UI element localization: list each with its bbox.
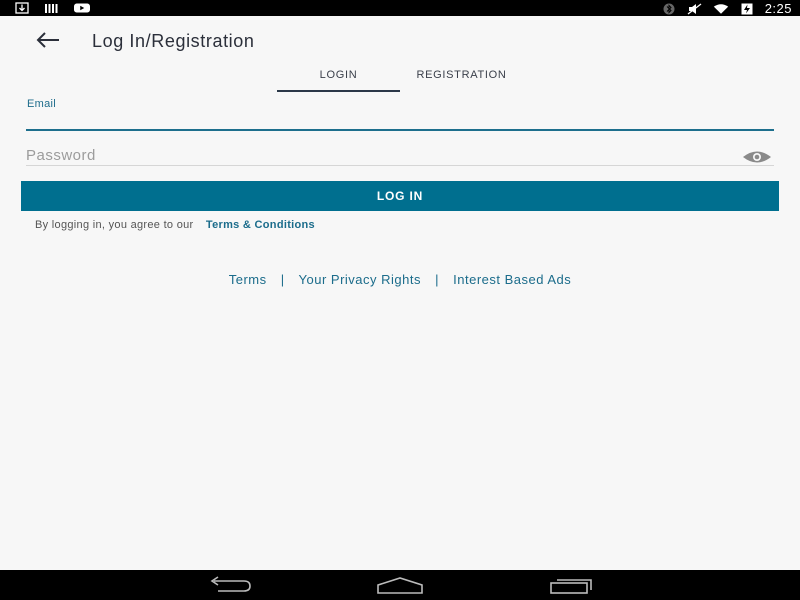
login-button[interactable]: LOG IN — [21, 181, 779, 211]
separator: | — [280, 272, 285, 287]
youtube-icon — [74, 2, 90, 14]
separator: | — [435, 272, 440, 287]
interest-based-ads-link[interactable]: Interest Based Ads — [453, 272, 571, 287]
password-field[interactable] — [26, 146, 774, 166]
terms-agreement: By logging in, you agree to our Terms & … — [35, 219, 315, 231]
terms-conditions-link[interactable]: Terms & Conditions — [206, 219, 315, 231]
navigation-bar — [0, 570, 800, 600]
page-title: Log In/Registration — [92, 31, 255, 51]
back-nav-button[interactable] — [206, 575, 252, 595]
mute-icon — [687, 2, 703, 15]
terms-link[interactable]: Terms — [229, 272, 267, 287]
status-left-icons — [14, 2, 90, 14]
back-arrow-icon[interactable] — [33, 30, 63, 52]
recents-nav-button[interactable] — [549, 575, 595, 595]
clock: 2:25 — [764, 1, 792, 16]
wifi-icon — [713, 3, 729, 15]
email-field[interactable] — [26, 111, 774, 131]
tab-login[interactable]: LOGIN — [277, 64, 400, 92]
app-bar: Log In/Registration — [0, 16, 800, 66]
tab-registration[interactable]: REGISTRATION — [400, 64, 523, 92]
home-nav-button[interactable] — [376, 575, 424, 595]
eye-icon[interactable] — [741, 150, 773, 164]
signal-bars-icon — [44, 2, 60, 14]
back-nav-icon[interactable] — [206, 575, 252, 595]
back-button[interactable] — [33, 30, 63, 52]
battery-charging-icon — [739, 3, 755, 15]
footer-links: Terms | Your Privacy Rights | Interest B… — [0, 272, 800, 287]
download-icon — [14, 2, 30, 14]
bluetooth-icon — [661, 3, 677, 15]
agree-text: By logging in, you agree to our — [35, 219, 194, 231]
email-label: Email — [27, 98, 57, 110]
status-right-icons: 2:25 — [661, 1, 792, 16]
status-bar: 2:25 — [0, 0, 800, 16]
home-nav-icon[interactable] — [376, 575, 424, 595]
recents-nav-icon[interactable] — [549, 575, 595, 595]
privacy-rights-link[interactable]: Your Privacy Rights — [299, 272, 421, 287]
